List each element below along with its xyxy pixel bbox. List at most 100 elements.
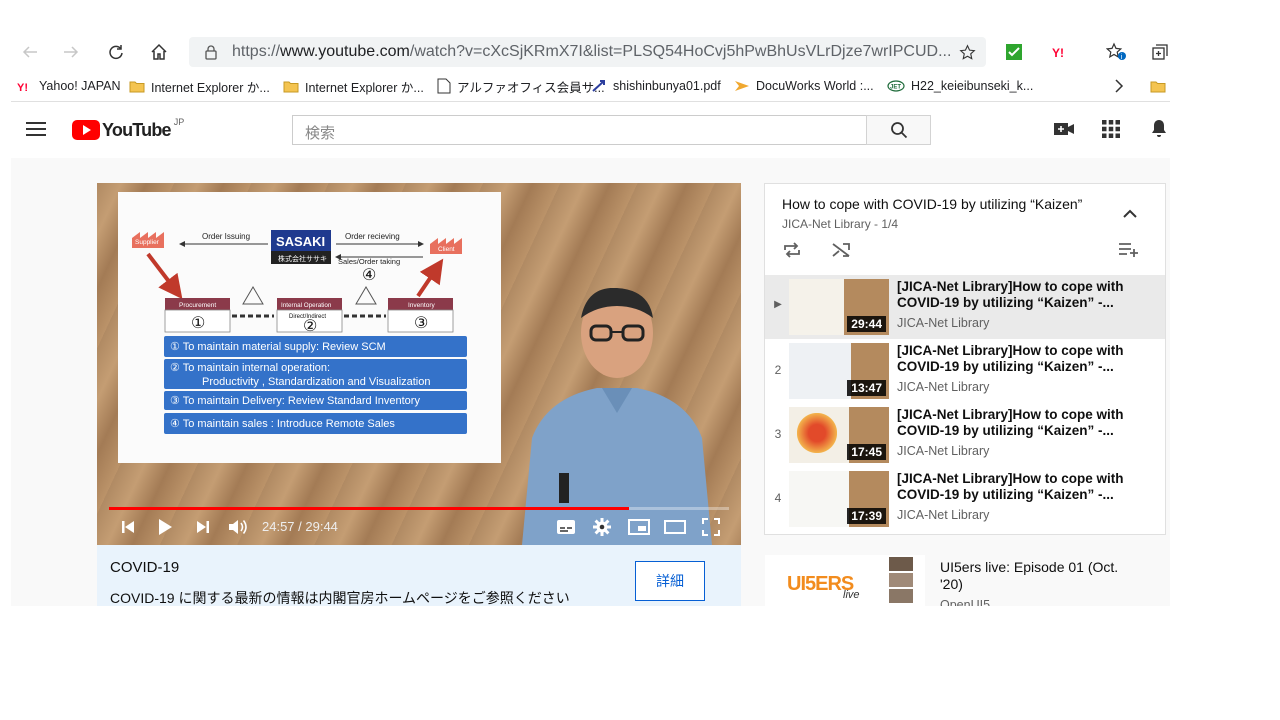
- fullscreen-button[interactable]: [699, 515, 723, 539]
- playlist-add-icon: [1119, 243, 1138, 257]
- folder-icon: [1150, 81, 1166, 92]
- order-receiving-label: Order recieving: [345, 232, 400, 241]
- playlist-item[interactable]: 4 17:39 [JICA-Net Library]How to cope wi…: [765, 467, 1165, 531]
- search-placeholder: 検索: [305, 125, 336, 142]
- url-host: www.youtube.com: [280, 43, 410, 60]
- yahoo-extension-button[interactable]: Y!: [1046, 39, 1072, 65]
- favorite-item-docuworks[interactable]: DocuWorks World :...: [734, 77, 874, 95]
- address-bar[interactable]: https://www.youtube.com/watch?v=cXcSjKRm…: [189, 37, 986, 67]
- favorite-label: Internet Explorer か...: [305, 80, 424, 95]
- title-line-2: COVID-19 by utilizing “Kaizen” -...: [897, 487, 1114, 502]
- next-button[interactable]: [192, 515, 214, 539]
- region-label: JP: [173, 117, 185, 127]
- video-camera-plus-icon: [1054, 123, 1074, 135]
- title-line-2: COVID-19 by utilizing “Kaizen” -...: [897, 423, 1114, 438]
- apps-button[interactable]: [1102, 120, 1120, 143]
- playlist-item[interactable]: ▶ 29:44 [JICA-Net Library]How to cope wi…: [765, 275, 1165, 339]
- save-playlist-button[interactable]: [1118, 242, 1140, 263]
- gear-icon: [593, 518, 611, 536]
- volume-button[interactable]: [227, 515, 249, 539]
- title-line-1: [JICA-Net Library]How to cope with: [897, 407, 1124, 422]
- home-button[interactable]: [146, 39, 172, 65]
- extension-check-button[interactable]: [1001, 39, 1027, 65]
- hamburger-menu-button[interactable]: [25, 120, 47, 143]
- bell-icon: [1152, 120, 1166, 137]
- youtube-header: YouTube JP 検索: [11, 102, 1170, 158]
- video-player[interactable]: Supplier Client SASAKI 株式会社ササキ Order Iss…: [97, 183, 741, 545]
- playlist-item[interactable]: 2 13:47 [JICA-Net Library]How to cope wi…: [765, 339, 1165, 403]
- favorite-label: Yahoo! JAPAN: [39, 79, 121, 93]
- point4-text: ④ To maintain sales : Introduce Remote S…: [170, 418, 395, 430]
- play-icon: [159, 519, 172, 535]
- favorite-star-icon[interactable]: [959, 44, 976, 61]
- supplier-label: Supplier: [135, 239, 160, 246]
- favorite-label: アルファオフィス会員サ...: [457, 80, 605, 95]
- more-favorites-chevron[interactable]: [1114, 77, 1130, 95]
- favorite-item-alpha-office[interactable]: アルファオフィス会員サ...: [437, 77, 605, 95]
- subtitles-icon: [557, 520, 575, 534]
- miniplayer-button[interactable]: [627, 515, 651, 539]
- play-button[interactable]: [154, 515, 176, 539]
- point3-text: ③ To maintain Delivery: Review Standard …: [170, 395, 420, 407]
- search-button[interactable]: [866, 115, 931, 145]
- covid-title: COVID-19: [110, 559, 180, 576]
- playlist-title[interactable]: How to cope with COVID-19 by utilizing “…: [782, 196, 1082, 212]
- settings-button[interactable]: [591, 515, 613, 539]
- fullscreen-icon: [702, 518, 720, 536]
- back-button[interactable]: [17, 39, 43, 65]
- playlist-item[interactable]: 3 17:45 [JICA-Net Library]How to cope wi…: [765, 403, 1165, 467]
- forward-button[interactable]: [58, 39, 84, 65]
- playlist-subtitle: JICA-Net Library - 1/4: [782, 217, 899, 231]
- favorite-item-yahoo[interactable]: Y! Yahoo! JAPAN: [17, 77, 121, 95]
- folder-icon: [129, 81, 145, 92]
- checkmark-extension-icon: [1006, 44, 1022, 60]
- forward-arrow-icon: [64, 46, 79, 58]
- youtube-play-logo-icon: [72, 120, 100, 140]
- covid-details-button[interactable]: 詳細: [635, 561, 705, 601]
- favorite-label: Internet Explorer か...: [151, 80, 270, 95]
- notifications-button[interactable]: [1150, 119, 1168, 144]
- loop-playlist-button[interactable]: [782, 241, 802, 264]
- docuworks-icon: [735, 81, 749, 91]
- shuffle-playlist-button[interactable]: [831, 241, 851, 264]
- video-thumbnail: 17:39: [789, 471, 889, 527]
- miniplayer-icon: [628, 519, 650, 535]
- youtube-logo[interactable]: YouTube JP: [72, 117, 185, 141]
- shuffle-icon: [832, 243, 850, 257]
- favorite-item-pdf[interactable]: shishinbunya01.pdf: [591, 77, 721, 95]
- browser-toolbar: https://www.youtube.com/watch?v=cXcSjKRm…: [11, 33, 1170, 71]
- other-favorites-folder[interactable]: [1150, 77, 1170, 95]
- title-line-1: [JICA-Net Library]How to cope with: [897, 343, 1124, 358]
- inventory-triangle-2: [355, 286, 377, 305]
- lock-icon: [205, 45, 217, 60]
- video-duration: 17:45: [847, 444, 886, 460]
- video-duration: 29:44: [847, 316, 886, 332]
- related-thumb-sub: live: [843, 589, 860, 601]
- title-line-2: COVID-19 by utilizing “Kaizen” -...: [897, 359, 1114, 374]
- collapse-playlist-button[interactable]: [1123, 206, 1137, 224]
- sales-order-label: Sales/Order taking: [338, 257, 400, 266]
- subtitles-button[interactable]: [555, 515, 577, 539]
- create-video-button[interactable]: [1053, 121, 1075, 142]
- skip-previous-icon: [122, 521, 134, 533]
- title-line-1: [JICA-Net Library]How to cope with: [897, 471, 1124, 486]
- search-input[interactable]: 検索: [292, 115, 867, 145]
- collections-button[interactable]: [1147, 39, 1170, 65]
- related-video-channel: OpenUI5: [940, 598, 991, 606]
- yahoo-extension-icon: Y!: [1052, 46, 1064, 60]
- previous-button[interactable]: [117, 515, 139, 539]
- participant-avatar: [889, 557, 913, 571]
- back-arrow-icon: [22, 46, 37, 58]
- favorite-item-ie-folder-2[interactable]: Internet Explorer か...: [283, 77, 424, 95]
- theater-mode-button[interactable]: [663, 515, 687, 539]
- favorite-item-h22[interactable]: JET H22_keieibunseki_k...: [887, 77, 1033, 95]
- favorites-button[interactable]: i: [1104, 39, 1130, 65]
- seek-bar[interactable]: [109, 507, 729, 510]
- refresh-button[interactable]: [103, 39, 129, 65]
- video-thumbnail: 29:44: [789, 279, 889, 335]
- related-video-title[interactable]: UI5ers live: Episode 01 (Oct. '20): [940, 559, 1140, 593]
- playlist-item-channel: JICA-Net Library: [897, 380, 990, 394]
- related-video-thumbnail[interactable]: UI5ERS live: [765, 555, 925, 606]
- favorite-item-ie-folder-1[interactable]: Internet Explorer か...: [129, 77, 270, 95]
- apps-grid-icon: [1102, 120, 1120, 138]
